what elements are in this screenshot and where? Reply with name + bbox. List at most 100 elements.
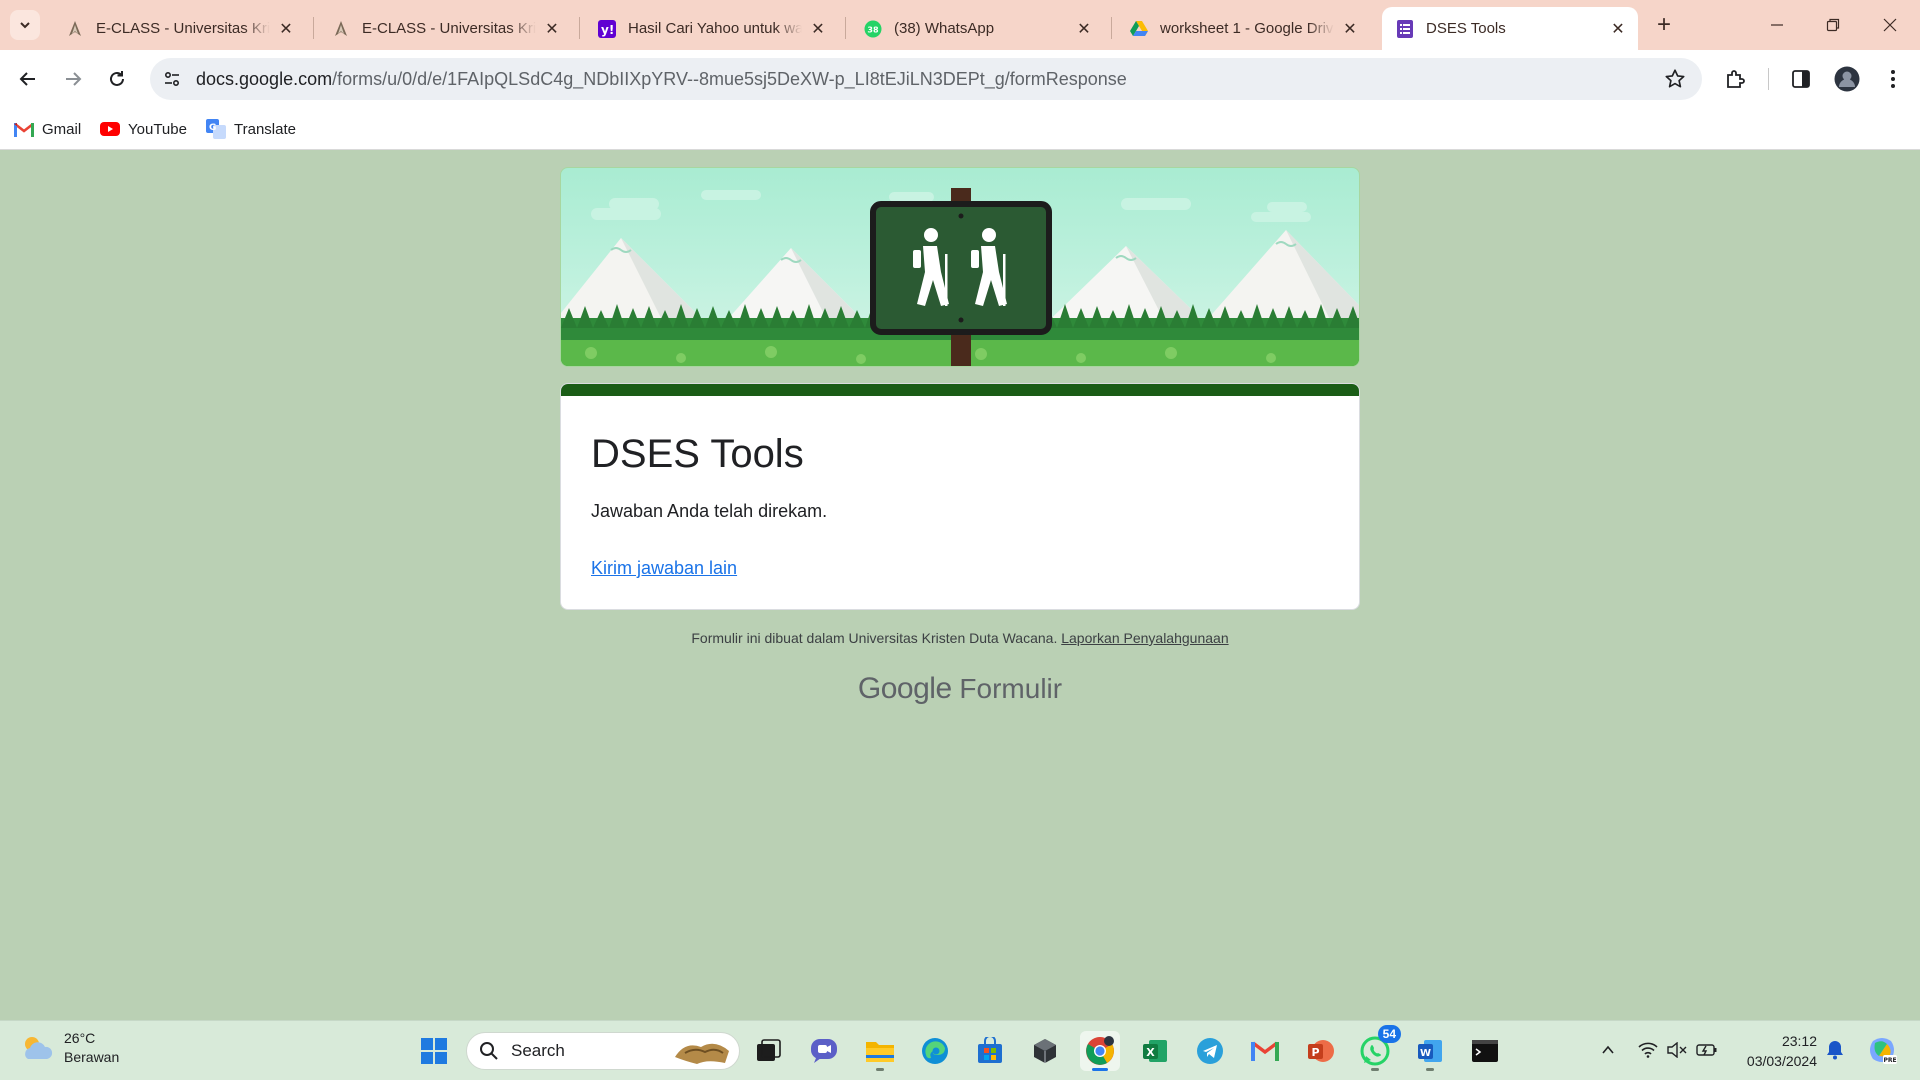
excel-button[interactable]: X	[1135, 1031, 1175, 1071]
url-path: /forms/u/0/d/e/1FAIpQLSdC4g_NDbIIXpYRV--…	[332, 69, 1127, 89]
search-highlight-icon	[675, 1043, 729, 1064]
arrow-left-icon	[19, 72, 35, 86]
powerpoint-button[interactable]: P	[1300, 1031, 1340, 1071]
eclass-icon	[66, 20, 84, 38]
battery-charging-icon	[1696, 1044, 1717, 1056]
start-button[interactable]	[414, 1031, 454, 1071]
restore-button[interactable]	[1810, 10, 1856, 40]
google-forms-icon	[1396, 19, 1414, 38]
partly-cloudy-icon	[25, 1037, 53, 1059]
bookmark-label: Gmail	[42, 120, 82, 138]
edge-icon	[922, 1038, 948, 1064]
weather-widget[interactable]: 26°C Berawan	[20, 1029, 119, 1067]
telegram-button[interactable]	[1190, 1031, 1230, 1071]
file-explorer-button[interactable]	[860, 1031, 900, 1071]
bookmark-star-icon[interactable]	[1664, 68, 1686, 90]
terminal-icon	[1472, 1040, 1498, 1062]
notifications-button[interactable]	[1824, 1039, 1846, 1061]
browser-tab-active[interactable]: DSES Tools ✕	[1382, 7, 1638, 50]
form-header-banner	[560, 167, 1360, 367]
forward-button[interactable]	[57, 63, 89, 95]
minimize-icon	[1771, 24, 1783, 26]
cube-app-icon	[1034, 1039, 1056, 1063]
close-window-button[interactable]	[1867, 10, 1913, 40]
hiking-trail-illustration	[561, 188, 1359, 366]
forms-wordmark: Formulir	[959, 673, 1063, 704]
gmail-icon	[1251, 1041, 1279, 1061]
google-forms-logo[interactable]: Google Formulir	[560, 672, 1360, 706]
profile-avatar[interactable]	[1833, 65, 1861, 93]
back-button[interactable]	[12, 63, 44, 95]
svg-text:y!: y!	[601, 23, 614, 37]
report-abuse-link[interactable]: Laporkan Penyalahgunaan	[1061, 630, 1228, 646]
new-tab-button[interactable]: +	[1650, 12, 1678, 40]
copilot-button[interactable]: PRE	[1867, 1035, 1897, 1065]
bookmark-translate[interactable]: G Translate	[206, 117, 296, 141]
clock-date: 03/03/2024	[1746, 1053, 1817, 1069]
windows-taskbar: 26°C Berawan Search X P 54 W 23:12 03/03…	[0, 1020, 1920, 1080]
word-icon: W	[1418, 1040, 1442, 1062]
chrome-taskbar-button[interactable]	[1080, 1031, 1120, 1071]
form-footer: Formulir ini dibuat dalam Universitas Kr…	[560, 630, 1360, 646]
close-tab-icon[interactable]: ✕	[1340, 19, 1360, 39]
search-placeholder: Search	[511, 1041, 565, 1060]
taskbar-clock[interactable]: 23:12 03/03/2024	[1735, 1031, 1817, 1071]
close-tab-icon[interactable]: ✕	[542, 19, 562, 39]
extensions-button[interactable]	[1722, 65, 1750, 93]
site-info-icon[interactable]	[160, 67, 184, 91]
tab-separator	[579, 17, 580, 39]
browser-tab[interactable]: E-CLASS - Universitas Kristen Duta Wacan…	[52, 7, 306, 50]
arrow-right-icon	[66, 72, 82, 86]
browser-tab[interactable]: worksheet 1 - Google Drive ✕	[1116, 7, 1370, 50]
close-tab-icon[interactable]: ✕	[276, 19, 296, 39]
app-cube-button[interactable]	[1025, 1031, 1065, 1071]
side-panel-button[interactable]	[1787, 65, 1815, 93]
running-indicator	[1092, 1068, 1108, 1071]
close-tab-icon[interactable]: ✕	[1608, 19, 1628, 39]
whatsapp-taskbar-button[interactable]: 54	[1355, 1025, 1401, 1071]
browser-tab[interactable]: y! Hasil Cari Yahoo untuk wa ✕	[584, 7, 838, 50]
close-tab-icon[interactable]: ✕	[1074, 19, 1094, 39]
wifi-status[interactable]	[1637, 1039, 1659, 1061]
close-tab-icon[interactable]: ✕	[808, 19, 828, 39]
address-bar[interactable]: docs.google.com/forms/u/0/d/e/1FAIpQLSdC…	[150, 58, 1702, 100]
tab-search-button[interactable]	[10, 10, 40, 40]
running-indicator	[1371, 1068, 1379, 1071]
chrome-icon	[1086, 1036, 1114, 1065]
toolbar-divider	[1768, 68, 1769, 90]
minimize-button[interactable]	[1754, 10, 1800, 40]
show-hidden-icons-button[interactable]	[1597, 1039, 1619, 1061]
submit-another-response-link[interactable]: Kirim jawaban lain	[591, 558, 737, 579]
gmail-icon	[14, 119, 34, 139]
volume-status[interactable]	[1666, 1039, 1688, 1061]
eclass-icon	[332, 20, 350, 38]
gmail-taskbar-button[interactable]	[1245, 1031, 1285, 1071]
edge-button[interactable]	[915, 1031, 955, 1071]
svg-text:PRE: PRE	[1883, 1057, 1896, 1064]
word-button[interactable]: W	[1410, 1031, 1450, 1071]
bookmarks-bar: Gmail YouTube G Translate	[0, 108, 1920, 150]
running-indicator	[1426, 1068, 1434, 1071]
powerpoint-icon: P	[1308, 1040, 1334, 1062]
battery-status[interactable]	[1696, 1039, 1718, 1061]
tab-title: DSES Tools	[1426, 20, 1506, 37]
task-view-button[interactable]	[749, 1031, 789, 1071]
bookmark-gmail[interactable]: Gmail	[14, 117, 81, 141]
browser-tab[interactable]: E-CLASS - Universitas Kristen Duta Wacan…	[318, 7, 572, 50]
terminal-button[interactable]	[1465, 1031, 1505, 1071]
svg-text:W: W	[1420, 1048, 1431, 1059]
reload-button[interactable]	[101, 63, 133, 95]
search-icon	[480, 1042, 498, 1060]
taskbar-search[interactable]: Search	[466, 1032, 740, 1070]
chrome-menu-button[interactable]	[1879, 65, 1907, 93]
tab-title: worksheet 1 - Google Drive	[1160, 20, 1334, 37]
teams-chat-button[interactable]	[804, 1031, 844, 1071]
bookmark-youtube[interactable]: YouTube	[100, 117, 187, 141]
weather-temperature: 26°C	[64, 1030, 96, 1046]
tab-title: Hasil Cari Yahoo untuk wa	[628, 20, 802, 37]
chevron-down-icon	[20, 22, 30, 29]
whatsapp-unread-badge: 54	[1377, 1025, 1401, 1043]
translate-icon: G	[206, 119, 226, 139]
browser-tab[interactable]: 38 (38) WhatsApp ✕	[850, 7, 1104, 50]
microsoft-store-button[interactable]	[970, 1031, 1010, 1071]
